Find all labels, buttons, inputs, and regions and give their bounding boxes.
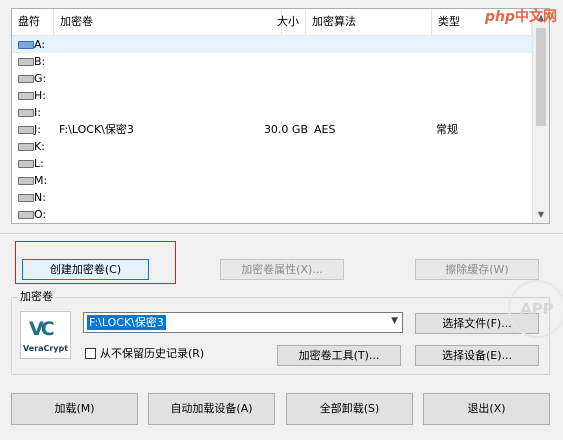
drive-letter: N:: [34, 191, 46, 204]
drive-list[interactable]: 盘符 加密卷 大小 加密算法 类型 A: B: G: H: I: J: F:\LOCK\保密…: [11, 8, 550, 224]
drive-icon: [18, 92, 34, 100]
drive-letter: A:: [34, 38, 46, 51]
volume-path-combobox[interactable]: F:\LOCK\保密3 ▼: [83, 312, 403, 333]
watermark: php中文网: [485, 6, 557, 26]
select-device-button[interactable]: 选择设备(E)...: [415, 345, 539, 366]
drive-icon: [18, 75, 34, 83]
dismount-all-button[interactable]: 全部卸载(S): [286, 393, 413, 425]
drive-icon: [18, 160, 34, 168]
drive-letter: O:: [34, 208, 47, 221]
drive-icon: [18, 177, 34, 185]
column-header-algorithm[interactable]: 加密算法: [306, 9, 432, 35]
volume-group-label: 加密卷: [18, 290, 55, 304]
app-watermark: APP: [508, 280, 563, 338]
veracrypt-logo: VC VeraCrypt: [20, 311, 71, 359]
volume-properties-button[interactable]: 加密卷属性(X)...: [220, 259, 344, 280]
drive-letter: G:: [34, 72, 47, 85]
volume-path-value[interactable]: F:\LOCK\保密3: [87, 315, 166, 330]
table-row[interactable]: G:: [12, 70, 532, 87]
scroll-down-icon[interactable]: ▼: [533, 206, 549, 223]
volume-path: F:\LOCK\保密3: [59, 123, 134, 136]
drive-letter: M:: [34, 174, 48, 187]
vc-logo-icon: VC: [29, 318, 55, 340]
table-row[interactable]: L:: [12, 155, 532, 172]
logo-text: VeraCrypt: [22, 344, 69, 353]
column-header-volume[interactable]: 加密卷: [54, 9, 282, 35]
volume-algorithm: AES: [314, 123, 336, 136]
column-header-size[interactable]: 大小: [250, 9, 306, 35]
table-row[interactable]: M:: [12, 172, 532, 189]
drive-icon: [18, 109, 34, 117]
volume-type: 常规: [436, 123, 458, 136]
table-row[interactable]: A:: [12, 36, 532, 53]
table-row[interactable]: H:: [12, 87, 532, 104]
column-header-drive[interactable]: 盘符: [12, 9, 54, 35]
create-volume-button[interactable]: 创建加密卷(C): [22, 259, 149, 280]
veracrypt-window: 盘符 加密卷 大小 加密算法 类型 A: B: G: H: I: J: F:\LOCK\保密…: [0, 0, 563, 440]
drive-rows: A: B: G: H: I: J: F:\LOCK\保密3 30.0 GB AES 常规 K: L: M…: [12, 36, 532, 223]
drive-letter: K:: [34, 140, 45, 153]
table-row[interactable]: N:: [12, 189, 532, 206]
never-save-history-checkbox[interactable]: [85, 348, 96, 359]
divider-highlight: [0, 234, 563, 235]
drive-icon: [18, 211, 34, 219]
never-save-history-label[interactable]: 从不保留历史记录(R): [100, 346, 204, 361]
drive-icon: [18, 194, 34, 202]
drive-icon: [18, 58, 34, 66]
drive-icon: [18, 126, 34, 134]
mount-button[interactable]: 加载(M): [11, 393, 138, 425]
watermark-site: 中文网: [515, 9, 557, 25]
drive-letter: J:: [34, 123, 41, 136]
chevron-down-icon[interactable]: ▼: [391, 316, 398, 326]
auto-mount-button[interactable]: 自动加载设备(A): [148, 393, 275, 425]
drive-letter: B:: [34, 55, 46, 68]
table-row[interactable]: B:: [12, 53, 532, 70]
table-row[interactable]: O:: [12, 206, 532, 223]
list-scrollbar[interactable]: ▲ ▼: [532, 9, 549, 223]
table-row[interactable]: I:: [12, 104, 532, 121]
drive-icon: [18, 41, 34, 49]
drive-letter: I:: [34, 106, 41, 119]
exit-button[interactable]: 退出(X): [423, 393, 550, 425]
scroll-thumb[interactable]: [536, 28, 546, 126]
drive-letter: L:: [34, 157, 44, 170]
volume-tools-button[interactable]: 加密卷工具(T)...: [277, 345, 401, 366]
volume-size: 30.0 GB: [263, 123, 308, 136]
list-header: 盘符 加密卷 大小 加密算法 类型: [12, 9, 532, 36]
drive-icon: [18, 143, 34, 151]
table-row[interactable]: K:: [12, 138, 532, 155]
watermark-php: php: [484, 9, 515, 25]
table-row[interactable]: J: F:\LOCK\保密3 30.0 GB AES 常规: [12, 121, 532, 138]
wipe-cache-button[interactable]: 擦除缓存(W): [415, 259, 539, 280]
drive-letter: H:: [34, 89, 46, 102]
